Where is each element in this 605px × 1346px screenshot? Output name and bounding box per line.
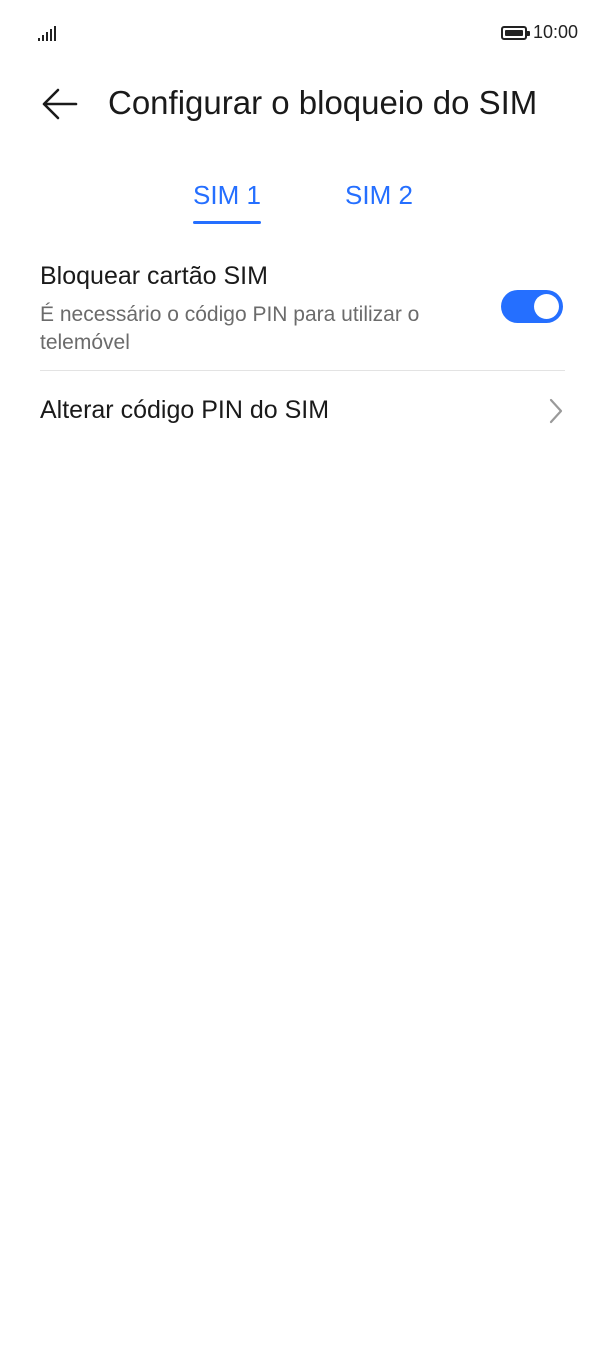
status-right: 10:00	[500, 22, 578, 43]
change-pin-row[interactable]: Alterar código PIN do SIM	[40, 372, 565, 452]
lock-sim-card-toggle[interactable]	[501, 290, 563, 323]
app-header: Configurar o bloqueio do SIM	[0, 72, 605, 136]
lock-sim-card-description: É necessário o código PIN para utilizar …	[40, 303, 420, 354]
change-pin-title: Alterar código PIN do SIM	[40, 396, 330, 424]
signal-bars-icon	[38, 25, 56, 41]
chevron-right-icon	[549, 398, 563, 424]
battery-full-icon	[500, 25, 530, 40]
back-button[interactable]	[36, 82, 84, 126]
lock-sim-card-row[interactable]: Bloquear cartão SIM É necessário o códig…	[40, 252, 565, 369]
tab-sim-2[interactable]: SIM 2	[343, 180, 415, 211]
toggle-knob	[534, 294, 559, 319]
tab-sim-1[interactable]: SIM 1	[193, 180, 261, 211]
list-divider	[40, 370, 565, 371]
lock-sim-card-title: Bloquear cartão SIM	[40, 262, 268, 290]
sim-tabs: SIM 1 SIM 2	[0, 180, 605, 232]
status-bar: 10:00	[0, 0, 605, 64]
status-time: 10:00	[532, 22, 578, 42]
page-title: Configurar o bloqueio do SIM	[108, 84, 538, 121]
arrow-left-icon	[42, 88, 78, 120]
tab-active-indicator	[193, 221, 261, 224]
